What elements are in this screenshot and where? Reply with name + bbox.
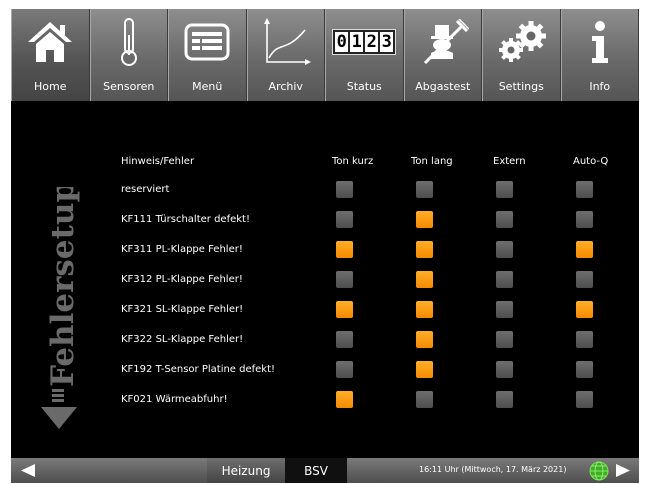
checkbox-ton-kurz[interactable] (336, 241, 353, 258)
checkbox-ton-kurz[interactable] (336, 391, 353, 408)
home-label: Home (34, 80, 67, 93)
checkbox-auto-q[interactable] (576, 181, 593, 198)
row-label: KF111 Türschalter defekt! (121, 214, 250, 225)
status-bar: Heizung BSV 16:11 Uhr (Mittwoch, 17. Mär… (11, 458, 639, 483)
table-row: reserviert (11, 175, 639, 205)
header-hinweis: Hinweis/Fehler (121, 156, 195, 167)
checkbox-ton-kurz[interactable] (336, 301, 353, 318)
globe-icon[interactable] (589, 461, 609, 481)
datetime-display: 16:11 Uhr (Mittwoch, 17. März 2021) (419, 465, 567, 474)
home-button[interactable]: Home (11, 9, 90, 101)
checkbox-extern[interactable] (496, 301, 513, 318)
arrow-left-icon[interactable] (21, 464, 35, 477)
table-row: KF311 PL-Klappe Fehler! (11, 235, 639, 265)
info-button[interactable]: Info (560, 9, 639, 101)
table-row: KF192 T-Sensor Platine defekt! (11, 355, 639, 385)
checkbox-extern[interactable] (496, 331, 513, 348)
checkbox-auto-q[interactable] (576, 361, 593, 378)
settings-label: Settings (498, 80, 544, 93)
row-label: KF311 PL-Klappe Fehler! (121, 244, 243, 255)
checkbox-auto-q[interactable] (576, 301, 593, 318)
fehlersetup-panel: Fehlersetup Hinweis/Fehler Ton kurz Ton … (11, 101, 639, 458)
checkbox-ton-lang[interactable] (416, 391, 433, 408)
counter-digit: 1 (350, 32, 364, 52)
counter-digit: 3 (380, 32, 394, 52)
screen: Home Sensoren Menü Archiv 0 1 2 3 Status… (11, 9, 639, 483)
checkbox-ton-lang[interactable] (416, 241, 433, 258)
checkbox-ton-kurz[interactable] (336, 271, 353, 288)
chart-curve-icon (263, 18, 311, 65)
checkbox-ton-lang[interactable] (416, 181, 433, 198)
checkbox-ton-lang[interactable] (416, 331, 433, 348)
checkbox-extern[interactable] (496, 391, 513, 408)
checkbox-extern[interactable] (496, 181, 513, 198)
checkbox-auto-q[interactable] (576, 271, 593, 288)
table-row: KF322 SL-Klappe Fehler! (11, 325, 639, 355)
header-ton-lang: Ton lang (411, 156, 453, 167)
home-icon (28, 22, 73, 62)
archiv-button[interactable]: Archiv (246, 9, 325, 101)
row-label: KF322 SL-Klappe Fehler! (121, 334, 244, 345)
checkbox-ton-lang[interactable] (416, 211, 433, 228)
abgastest-button[interactable]: Abgastest (403, 9, 482, 101)
counter-digit: 0 (335, 32, 349, 52)
checkbox-auto-q[interactable] (576, 391, 593, 408)
header-extern: Extern (493, 156, 526, 167)
sensoren-button[interactable]: Sensoren (89, 9, 168, 101)
thermometer-icon (120, 18, 137, 66)
checkbox-extern[interactable] (496, 271, 513, 288)
settings-button[interactable]: Settings (482, 9, 561, 101)
row-label: KF312 PL-Klappe Fehler! (121, 274, 243, 285)
header-ton-kurz: Ton kurz (332, 156, 374, 167)
sensoren-label: Sensoren (103, 80, 155, 93)
counter-digit: 2 (365, 32, 379, 52)
menu-button[interactable]: Menü (168, 9, 247, 101)
gears-icon (499, 21, 547, 62)
abgastest-label: Abgastest (415, 80, 471, 93)
checkbox-ton-kurz[interactable] (336, 181, 353, 198)
checkbox-ton-lang[interactable] (416, 361, 433, 378)
row-label: KF321 SL-Klappe Fehler! (121, 304, 244, 315)
table-row: KF312 PL-Klappe Fehler! (11, 265, 639, 295)
checkbox-ton-lang[interactable] (416, 301, 433, 318)
archiv-label: Archiv (268, 80, 303, 93)
tab-heizung[interactable]: Heizung (207, 458, 285, 483)
checkbox-auto-q[interactable] (576, 331, 593, 348)
checkbox-auto-q[interactable] (576, 241, 593, 258)
status-label: Status (346, 80, 382, 93)
arrow-right-icon[interactable] (616, 464, 630, 477)
row-label: KF192 T-Sensor Platine defekt! (121, 364, 276, 375)
info-icon (591, 21, 608, 63)
checkbox-ton-kurz[interactable] (336, 361, 353, 378)
menu-list-icon (184, 23, 230, 61)
main-toolbar: Home Sensoren Menü Archiv 0 1 2 3 Status… (11, 9, 639, 101)
checkbox-ton-lang[interactable] (416, 271, 433, 288)
checkbox-extern[interactable] (496, 241, 513, 258)
checkbox-ton-kurz[interactable] (336, 211, 353, 228)
menu-label: Menü (192, 80, 223, 93)
counter-icon: 0 1 2 3 (332, 29, 397, 55)
checkbox-extern[interactable] (496, 211, 513, 228)
header-auto-q: Auto-Q (573, 156, 609, 167)
checkbox-auto-q[interactable] (576, 211, 593, 228)
checkbox-extern[interactable] (496, 361, 513, 378)
table-row: KF111 Türschalter defekt! (11, 205, 639, 235)
row-label: reserviert (121, 184, 170, 195)
tab-bsv[interactable]: BSV (285, 458, 347, 483)
info-label: Info (589, 80, 611, 93)
table-row: KF021 Wärmeabfuhr! (11, 385, 639, 415)
status-button[interactable]: 0 1 2 3 Status (325, 9, 404, 101)
table-row: KF321 SL-Klappe Fehler! (11, 295, 639, 325)
checkbox-ton-kurz[interactable] (336, 331, 353, 348)
chimney-sweep-icon (423, 19, 469, 65)
row-label: KF021 Wärmeabfuhr! (121, 394, 228, 405)
